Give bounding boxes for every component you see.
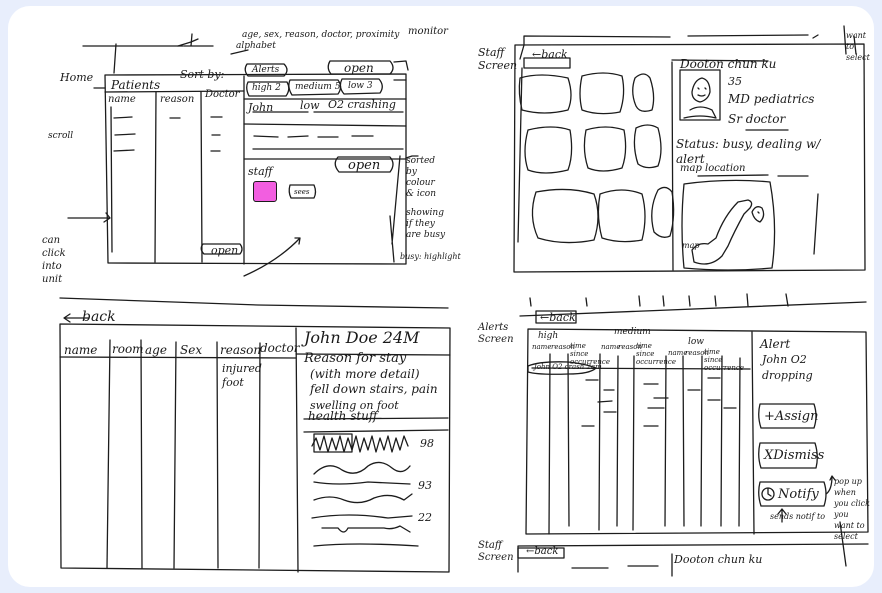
- sort-note-1: alphabet: [236, 41, 276, 51]
- staff-back-button[interactable]: ←back: [532, 49, 568, 60]
- staff-back-label-2: back: [534, 546, 559, 557]
- vital-value-3: 22: [418, 511, 432, 524]
- alert-panel-text-1: John O2: [762, 353, 807, 366]
- notify-button-label[interactable]: Notify: [778, 488, 819, 501]
- room-5: [584, 127, 625, 171]
- alert-row-name[interactable]: John: [248, 102, 273, 113]
- alerts-row-text[interactable]: John O2 crash 2am: [534, 364, 602, 371]
- alerts-screen-label: Alerts Screen: [478, 322, 514, 345]
- open-button-top[interactable]: open: [344, 62, 374, 74]
- assign-button-label[interactable]: +Assign: [764, 410, 818, 423]
- vital-value-2: 93: [418, 479, 432, 492]
- subcol-name-high: name: [532, 343, 552, 351]
- detail-cell-reason: injured foot: [222, 362, 262, 389]
- col-header-reason[interactable]: reason: [160, 95, 194, 105]
- alert-panel-text-2: dropping: [762, 369, 813, 382]
- scroll-label: scroll: [48, 131, 74, 141]
- sort-by-label[interactable]: Sort by:: [180, 69, 224, 80]
- alert-row-reason: O2 crashing: [328, 98, 396, 111]
- staff-screen-label: Staff Screen: [478, 46, 518, 72]
- tab-high-label[interactable]: high 2: [252, 84, 281, 93]
- tab-low-label[interactable]: low 3: [348, 82, 373, 91]
- detail-col-sex[interactable]: Sex: [180, 344, 202, 356]
- vital-chart-3: [322, 526, 410, 532]
- note-busy-highlight: busy: highlight: [400, 252, 461, 261]
- map-pin: [752, 207, 764, 222]
- open-button-staff[interactable]: open: [348, 159, 380, 172]
- alert-row-level: low: [300, 99, 320, 112]
- group-medium: medium: [614, 327, 651, 337]
- room-1: [519, 75, 571, 113]
- subcol-time-medium: time since occurrence: [636, 342, 676, 366]
- vital-wave-3: [314, 494, 412, 503]
- alert-panel-title: Alert: [760, 337, 791, 351]
- reason-title: Reason for stay: [304, 351, 407, 366]
- home-label: Home: [60, 71, 94, 84]
- reason-text-1: fell down stairs, pain: [310, 382, 438, 396]
- detail-back-label[interactable]: back: [82, 310, 116, 324]
- health-label: health stuff: [308, 409, 378, 423]
- staff-screen-label-2: Staff Screen: [478, 540, 514, 563]
- room-2: [580, 73, 624, 114]
- sends-note: sends notif to: [770, 512, 826, 521]
- popup-note: pop up when you click you want to select: [834, 477, 870, 541]
- map-location-label: map location: [680, 163, 746, 174]
- note-sorted: sorted by colour & icon: [406, 156, 437, 199]
- note-click-into-unit: can click into unit: [42, 235, 66, 285]
- staff-busy-highlight[interactable]: [253, 181, 277, 202]
- clock-icon: [762, 488, 774, 500]
- staff-side-note: want to select: [846, 31, 870, 62]
- staff-name-2: Dooton chun ku: [674, 553, 763, 566]
- staff-back-button-2[interactable]: ←back: [526, 547, 558, 557]
- detail-col-age[interactable]: age: [145, 344, 167, 356]
- staff-role-2: Sr doctor: [728, 112, 786, 126]
- room-3: [633, 74, 654, 111]
- col-header-doctor[interactable]: Doctor: [205, 90, 239, 100]
- vital-wave-2: [314, 462, 410, 474]
- detail-col-reason[interactable]: reason: [220, 344, 261, 356]
- whiteboard-sheet: Home scroll Patients Sort by: alphabet a…: [8, 6, 874, 587]
- map-label: map: [682, 241, 700, 250]
- col-header-name[interactable]: name: [108, 95, 136, 105]
- open-button-bottom[interactable]: open: [211, 245, 238, 256]
- map-box: [682, 180, 775, 270]
- alerts-back-label: back: [549, 311, 576, 324]
- staff-label: staff: [248, 165, 273, 178]
- room-9: [652, 187, 674, 237]
- profile-photo: [680, 70, 720, 120]
- staff-back-label: back: [541, 48, 568, 61]
- reason-detail: (with more detail): [310, 367, 420, 381]
- room-7: [532, 189, 598, 242]
- staff-box-2-label[interactable]: sees: [294, 189, 309, 196]
- alerts-tab-label[interactable]: Alerts: [252, 66, 279, 75]
- group-high: high: [538, 331, 559, 341]
- tab-medium-label[interactable]: medium 5: [295, 83, 340, 92]
- group-low: low: [688, 337, 705, 347]
- monitor-label: monitor: [408, 26, 448, 37]
- room-6: [634, 125, 661, 168]
- room-4: [525, 127, 572, 173]
- alerts-back-button[interactable]: ←back: [540, 312, 576, 323]
- patients-title: Patients: [111, 78, 161, 92]
- room-8: [598, 190, 645, 242]
- sort-note-2: age, sex, reason, doctor, proximity: [242, 30, 400, 40]
- staff-role-1: MD pediatrics: [728, 92, 815, 106]
- subcol-time-low: time since occurrence: [704, 348, 744, 372]
- detail-col-room[interactable]: room: [112, 343, 144, 355]
- vital-wave-1: [312, 436, 408, 452]
- note-busy-show: showing if they are busy: [406, 208, 446, 240]
- detail-col-doctor[interactable]: doctor: [260, 342, 299, 354]
- detail-col-name[interactable]: name: [64, 344, 97, 356]
- vital-value-1: 98: [420, 437, 434, 450]
- dismiss-button-label[interactable]: XDismiss: [764, 449, 824, 462]
- staff-age: 35: [728, 75, 742, 88]
- patient-name: John Doe 24M: [304, 328, 420, 347]
- staff-name: Dooton chun ku: [680, 57, 777, 71]
